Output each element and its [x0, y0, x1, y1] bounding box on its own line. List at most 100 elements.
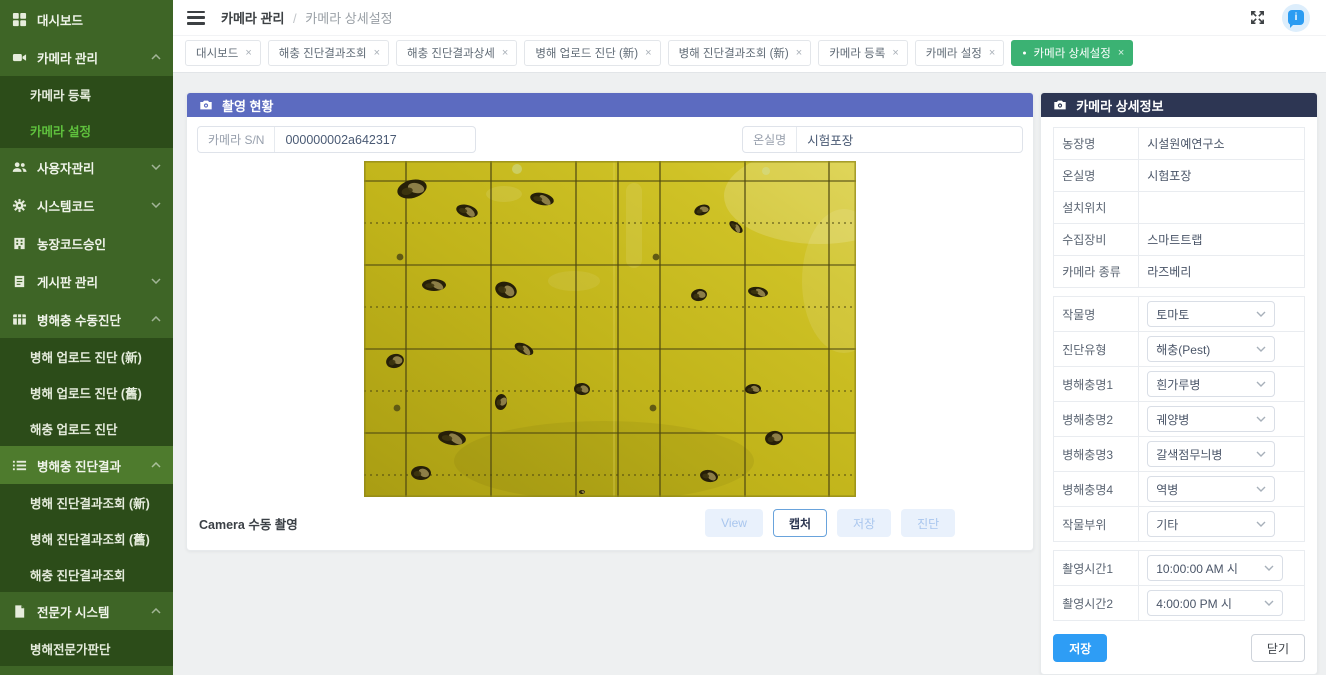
select-pest-name-3[interactable]: 갈색점무늬병 [1147, 441, 1275, 467]
select-value: 흰가루병 [1156, 376, 1200, 393]
sidebar-item-disease-upload-old[interactable]: 병해 업로드 진단 (舊) [0, 374, 173, 410]
sidebar-item-label: 사용자관리 [37, 158, 151, 177]
select-value: 갈색점무늬병 [1156, 446, 1222, 463]
sidebar-item-farm-code-approval[interactable]: 농장코드승인 [0, 224, 173, 262]
sidebar-item-label: 병해충 수동진단 [37, 310, 151, 329]
notification-button[interactable]: i [1282, 4, 1310, 32]
sidebar-item-camera-settings[interactable]: 카메라 설정 [0, 112, 173, 148]
detail-row-farm-name: 농장명시설원예연구소 [1053, 128, 1305, 160]
detail-value: 라즈베리 [1147, 263, 1191, 280]
tab-close-icon[interactable]: × [374, 48, 380, 59]
detail-row-pest-name-1: 병해충명1 흰가루병 [1053, 367, 1305, 402]
hamburger-menu-icon[interactable] [187, 11, 205, 25]
tab-label: 해충 진단결과조회 [279, 45, 367, 61]
save-button[interactable]: 저장 [1053, 634, 1107, 662]
sidebar-item-disease-result-new[interactable]: 병해 진단결과조회 (新) [0, 484, 173, 520]
camera-sn-input[interactable]: 000000002a642317 [275, 127, 475, 152]
select-capture-time-1[interactable]: 10:00:00 AM 시 [1147, 555, 1283, 581]
detail-label: 촬영시간1 [1053, 551, 1139, 585]
chevron-down-icon [1264, 600, 1274, 606]
camera-icon [199, 98, 213, 112]
sidebar-item-dashboard[interactable]: 대시보드 [0, 0, 173, 38]
sidebar-item-label: 병해 업로드 진단 (新) [30, 347, 161, 366]
diagnosis-select-table: 작물명토마토진단유형해충(Pest)병해충명1흰가루병병해충명2궤양병병해충명3… [1053, 296, 1305, 542]
select-value: 역병 [1156, 481, 1178, 498]
detail-label: 병해충명3 [1053, 437, 1139, 471]
tab-close-icon[interactable]: × [645, 48, 651, 59]
sidebar-item-expert-system[interactable]: 전문가 시스템 [0, 592, 173, 630]
detail-label: 설치위치 [1053, 192, 1139, 223]
tab-label: 병해 진단결과조회 (新) [679, 45, 789, 61]
sidebar-item-label: 병해충 진단결과 [37, 456, 151, 475]
sidebar-item-system-code[interactable]: 시스템코드 [0, 186, 173, 224]
sidebar-item-label: 해충 업로드 진단 [30, 419, 161, 438]
chevron-down-icon [1256, 521, 1266, 527]
select-capture-time-2[interactable]: 4:00:00 PM 시 [1147, 590, 1283, 616]
tab-disease-upload-new[interactable]: 병해 업로드 진단 (新)× [524, 40, 660, 66]
tab-camera-detail-settings[interactable]: ●카메라 상세설정× [1011, 40, 1133, 66]
detail-row-camera-type: 카메라 종류 라즈베리 [1053, 256, 1305, 288]
view-button[interactable]: View [705, 509, 763, 537]
breadcrumb-section[interactable]: 카메라 관리 [221, 11, 284, 26]
sidebar-item-user-management[interactable]: 사용자관리 [0, 148, 173, 186]
sidebar-item-disease-upload-new[interactable]: 병해 업로드 진단 (新) [0, 338, 173, 374]
tab-pest-result-list[interactable]: 해충 진단결과조회 × [268, 40, 389, 66]
select-diagnosis-type[interactable]: 해충(Pest) [1147, 336, 1275, 362]
tab-dashboard[interactable]: 대시보드× [185, 40, 261, 66]
detail-row-crop-part: 작물부위기타 [1053, 507, 1305, 542]
tab-close-icon[interactable]: × [796, 48, 802, 59]
select-crop-part[interactable]: 기타 [1147, 511, 1275, 537]
close-button[interactable]: 닫기 [1251, 634, 1305, 662]
sidebar-item-disease-expert-judgement[interactable]: 병해전문가판단 [0, 630, 173, 666]
detail-row-diagnosis-type: 진단유형해충(Pest) [1053, 332, 1305, 367]
tab-close-icon[interactable]: × [1118, 48, 1124, 59]
sidebar-item-pest-result[interactable]: 해충 진단결과조회 [0, 556, 173, 592]
detail-row-capture-time-2: 촬영시간24:00:00 PM 시 [1053, 586, 1305, 621]
select-value: 4:00:00 PM 시 [1156, 595, 1232, 612]
breadcrumb-separator: / [293, 11, 297, 26]
select-pest-name-1[interactable]: 흰가루병 [1147, 371, 1275, 397]
capture-status-panel: 촬영 현황 카메라 S/N 000000002a642317 온실명 시험포장 [186, 92, 1034, 551]
tab-camera-register[interactable]: 카메라 등록× [818, 40, 908, 66]
select-value: 기타 [1156, 516, 1178, 533]
capture-buttons: View 캡처 저장 진단 [705, 509, 955, 537]
detail-label: 병해충명1 [1053, 367, 1139, 401]
sidebar-item-manual-diagnosis[interactable]: 병해충 수동진단 [0, 300, 173, 338]
capture-panel-footer: Camera 수동 촬영 View캡처저장진단 [187, 497, 1033, 550]
sidebar-item-board-management[interactable]: 게시판 관리 [0, 262, 173, 300]
diagnose-button[interactable]: 진단 [901, 509, 955, 537]
tab-label: 카메라 상세설정 [1034, 45, 1111, 61]
tab-pest-result-detail[interactable]: 해충 진단결과상세 × [396, 40, 517, 66]
detail-value: 시설원예연구소 [1147, 135, 1224, 152]
sidebar-item-disease-result-old[interactable]: 병해 진단결과조회 (舊) [0, 520, 173, 556]
sidebar-item-camera-management[interactable]: 카메라 관리 [0, 38, 173, 76]
capture-button[interactable]: 캡처 [773, 509, 827, 537]
select-crop-name[interactable]: 토마토 [1147, 301, 1275, 327]
chevron-down-icon [1264, 565, 1274, 571]
tab-close-icon[interactable]: × [989, 48, 995, 59]
tab-disease-result-new[interactable]: 병해 진단결과조회 (新) × [668, 40, 812, 66]
sidebar-item-camera-register[interactable]: 카메라 등록 [0, 76, 173, 112]
insect-blob [411, 466, 431, 480]
camera-icon [12, 50, 27, 65]
select-pest-name-4[interactable]: 역병 [1147, 476, 1275, 502]
tab-close-icon[interactable]: × [245, 48, 251, 59]
detail-label: 병해충명2 [1053, 402, 1139, 436]
breadcrumb-page: 카메라 상세설정 [305, 11, 392, 26]
detail-row-install-location: 설치위치 [1053, 192, 1305, 224]
detail-label: 카메라 종류 [1053, 256, 1139, 287]
sidebar-item-pest-upload[interactable]: 해충 업로드 진단 [0, 410, 173, 446]
sidebar-item-label: 해충 진단결과조회 [30, 565, 161, 584]
detail-row-pest-name-4: 병해충명4 역병 [1053, 472, 1305, 507]
sidebar-item-diagnosis-results[interactable]: 병해충 진단결과 [0, 446, 173, 484]
detail-row-collection-device: 수집장비스마트트랩 [1053, 224, 1305, 256]
greenhouse-input[interactable]: 시험포장 [797, 127, 1022, 152]
tab-label: 해충 진단결과상세 [407, 45, 495, 61]
detail-label: 병해충명4 [1053, 472, 1139, 506]
save-button[interactable]: 저장 [837, 509, 891, 537]
select-pest-name-2[interactable]: 궤양병 [1147, 406, 1275, 432]
tab-camera-settings[interactable]: 카메라 설정× [915, 40, 1005, 66]
fullscreen-icon[interactable] [1249, 9, 1266, 26]
tab-close-icon[interactable]: × [892, 48, 898, 59]
tab-close-icon[interactable]: × [502, 48, 508, 59]
